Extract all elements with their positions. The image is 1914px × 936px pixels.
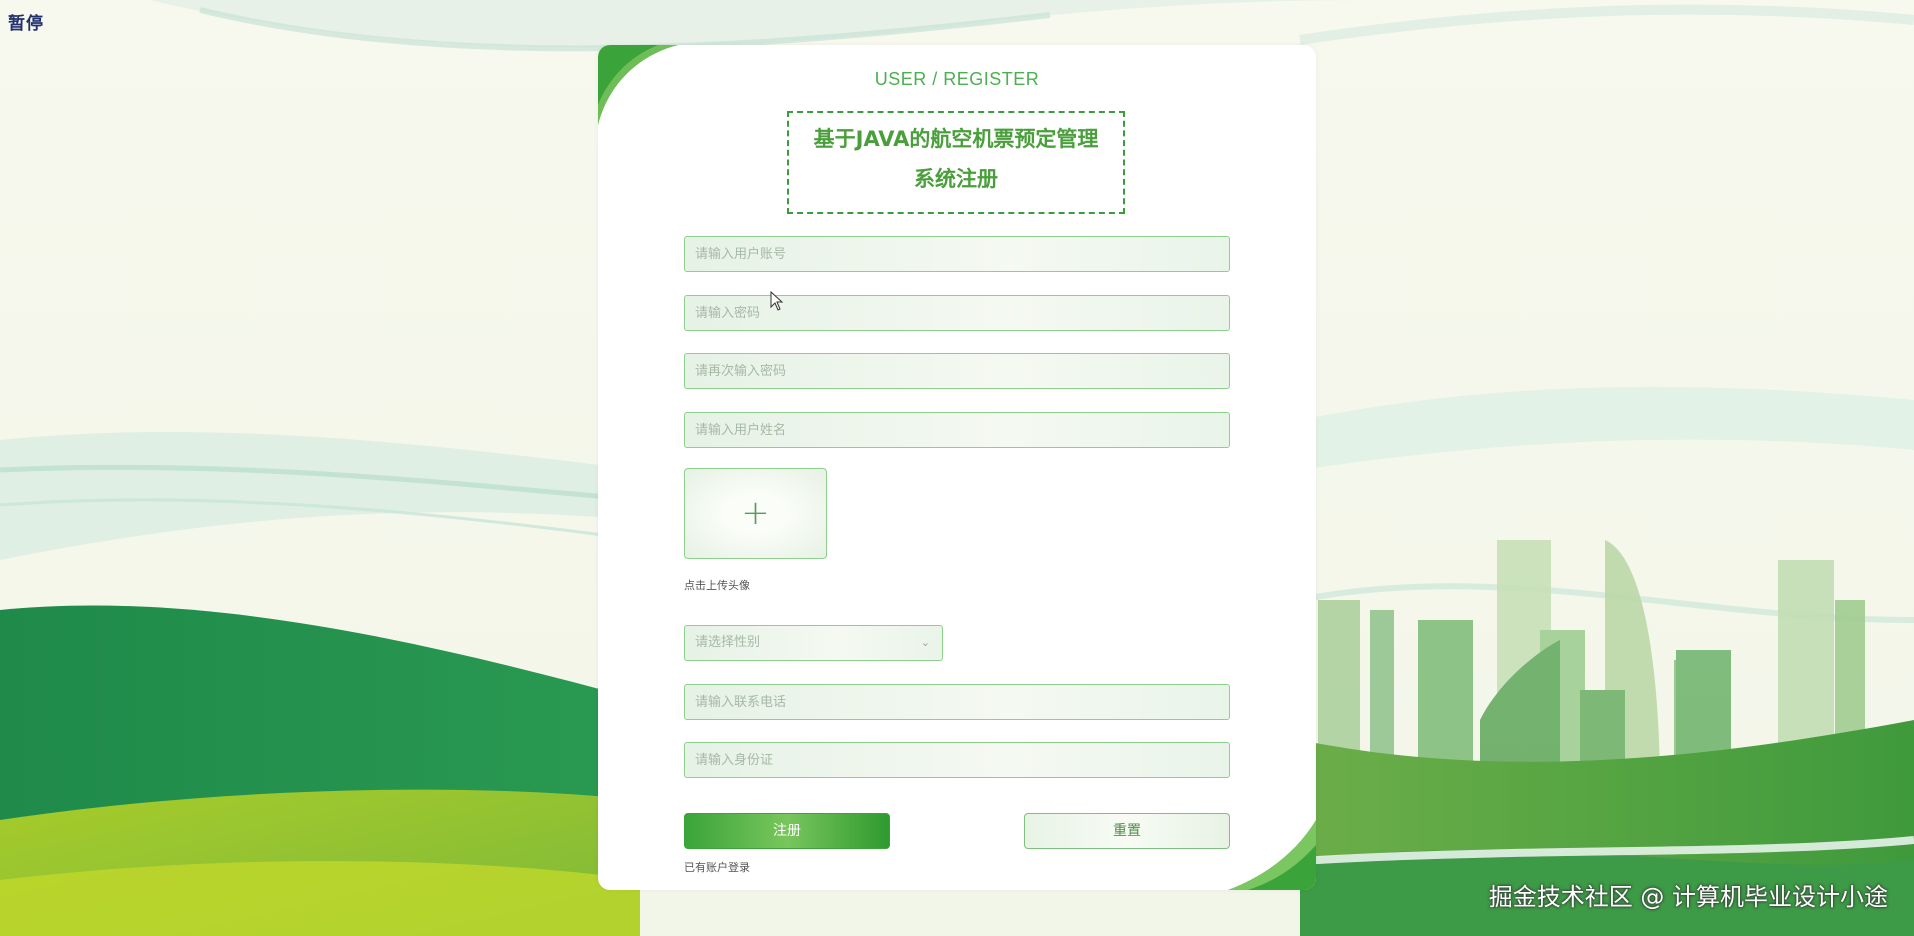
register-subtitle: USER / REGISTER	[874, 69, 1040, 89]
page-title-line-2: 系统注册	[914, 167, 998, 191]
name-input[interactable]	[684, 412, 1230, 448]
idcard-input[interactable]	[684, 742, 1230, 778]
register-card: USER / REGISTER 基于JAVA的航空机票预定管理 系统注册 + 点…	[598, 45, 1316, 890]
page-title: 基于JAVA的航空机票预定管理 系统注册	[787, 111, 1125, 214]
watermark: 掘金技术社区 @ 计算机毕业设计小途	[1488, 883, 1888, 911]
password-input[interactable]	[684, 295, 1230, 331]
account-input[interactable]	[684, 236, 1230, 272]
mouse-cursor-icon	[770, 291, 784, 311]
gender-select[interactable]: 请选择性别 ⌄	[684, 625, 943, 661]
phone-input[interactable]	[684, 684, 1230, 720]
chevron-down-icon: ⌄	[920, 636, 930, 649]
gender-select-placeholder: 请选择性别	[695, 635, 761, 650]
avatar-upload[interactable]: +	[684, 468, 827, 559]
avatar-upload-hint: 点击上传头像	[684, 579, 750, 592]
register-button[interactable]: 注册	[684, 813, 890, 849]
pause-label[interactable]: 暂停	[8, 9, 44, 34]
login-link[interactable]: 已有账户登录	[684, 859, 750, 875]
plus-icon: +	[741, 492, 770, 533]
reset-button[interactable]: 重置	[1024, 813, 1230, 849]
page: 暂停 USER / REGISTER 基于JAVA的航空机票预定管理 系统注册 …	[0, 0, 1914, 936]
page-title-line-1: 基于JAVA的航空机票预定管理	[813, 127, 1099, 151]
password-confirm-input[interactable]	[684, 353, 1230, 389]
